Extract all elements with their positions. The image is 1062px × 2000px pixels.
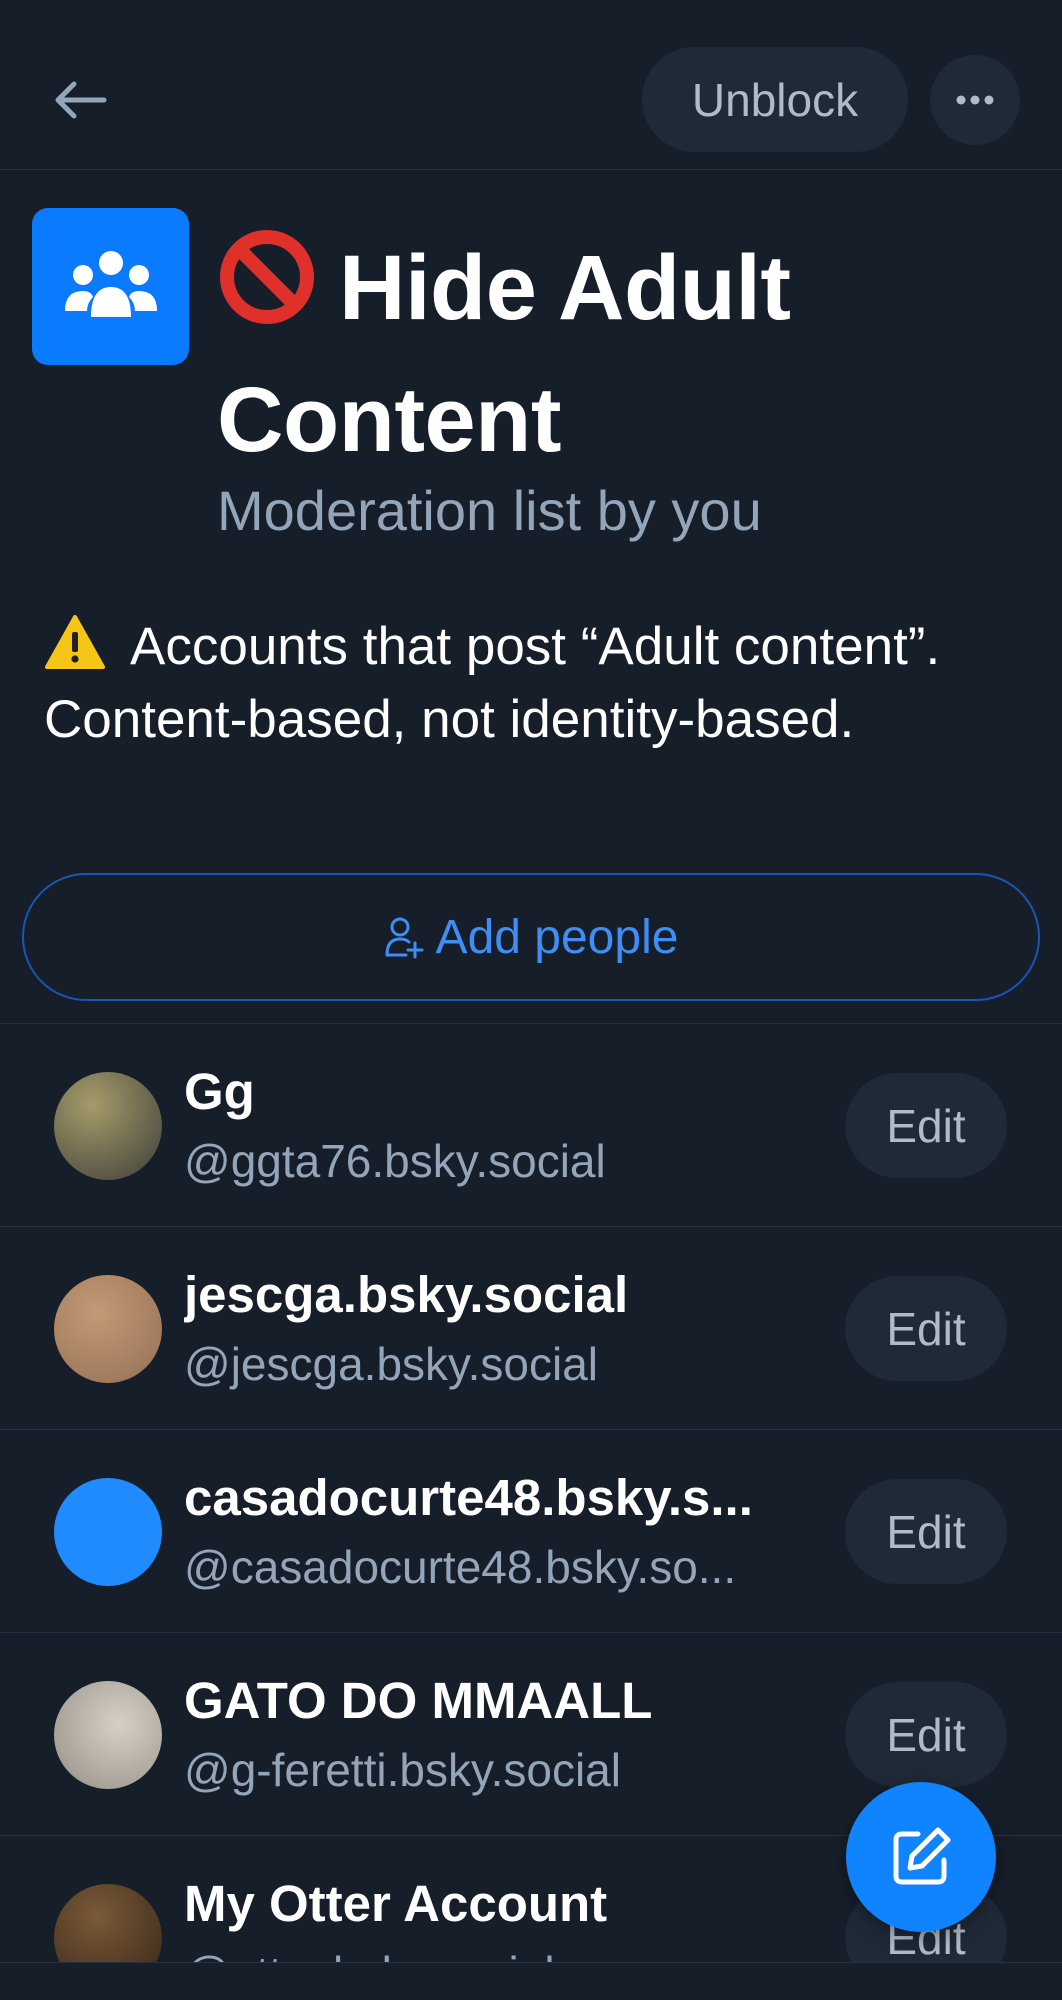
avatar[interactable] xyxy=(54,1681,162,1789)
warning-icon xyxy=(45,615,105,669)
avatar[interactable] xyxy=(54,1478,162,1586)
member-name: casadocurte48.bsky.s... xyxy=(184,1469,753,1526)
unblock-button[interactable]: Unblock xyxy=(642,47,908,152)
list-item[interactable]: Gg @ggta76.bsky.social Edit xyxy=(0,1024,1062,1227)
list-item[interactable]: casadocurte48.bsky.s... @casadocurte48.b… xyxy=(0,1430,1062,1633)
top-bar: Unblock xyxy=(0,0,1062,170)
arrow-left-icon xyxy=(55,81,107,119)
ellipsis-icon xyxy=(956,95,994,105)
edit-button[interactable]: Edit xyxy=(845,1682,1007,1787)
back-button[interactable] xyxy=(40,60,120,140)
group-icon xyxy=(64,250,157,317)
member-name: Gg xyxy=(184,1063,255,1120)
moderation-list-page: Unblock Hide Adult Content Moderation li… xyxy=(0,0,1062,2000)
avatar[interactable] xyxy=(54,1275,162,1383)
edit-button[interactable]: Edit xyxy=(845,1073,1007,1178)
person-add-icon xyxy=(385,917,424,959)
edit-button[interactable]: Edit xyxy=(845,1479,1007,1584)
list-item[interactable]: jescga.bsky.social @jescga.bsky.social E… xyxy=(0,1227,1062,1430)
prohibited-icon xyxy=(220,230,314,324)
page-title: Hide Adult Content xyxy=(217,222,1037,486)
more-options-button[interactable] xyxy=(930,55,1020,145)
description-line-2: Content-based, not identity-based. xyxy=(44,690,855,749)
compose-button[interactable] xyxy=(846,1782,996,1932)
member-name: My Otter Account xyxy=(184,1875,608,1932)
edit-button[interactable]: Edit xyxy=(845,1276,1007,1381)
member-name: GATO DO MMAALL xyxy=(184,1672,653,1729)
list-avatar xyxy=(32,208,189,365)
description-line-1: Accounts that post “Adult content”. xyxy=(130,617,941,676)
member-handle: @ggta76.bsky.social xyxy=(184,1135,606,1187)
member-name: jescga.bsky.social xyxy=(184,1266,629,1323)
member-handle: @g-feretti.bsky.social xyxy=(184,1744,621,1796)
member-handle: @casadocurte48.bsky.so... xyxy=(184,1541,737,1593)
list-subtitle: Moderation list by you xyxy=(217,479,762,542)
compose-icon xyxy=(893,1827,951,1885)
add-people-button[interactable]: Add people xyxy=(22,873,1040,1001)
avatar[interactable] xyxy=(54,1072,162,1180)
add-people-label: Add people xyxy=(435,910,679,964)
list-description: Accounts that post “Adult content”. Cont… xyxy=(44,610,1034,756)
bottom-bar xyxy=(0,1962,1062,2000)
member-handle: @jescga.bsky.social xyxy=(184,1338,598,1390)
